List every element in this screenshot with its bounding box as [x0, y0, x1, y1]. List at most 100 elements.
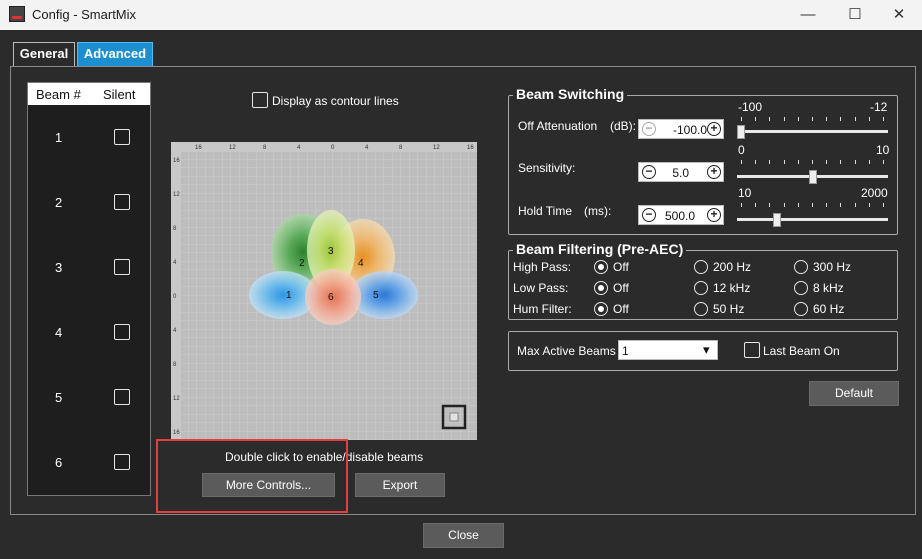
- beam-number: 6: [55, 455, 63, 470]
- slider-tick: [883, 203, 884, 207]
- radio-label: Off: [613, 281, 629, 295]
- beam-switching-title: Beam Switching: [513, 86, 628, 102]
- hum-filter-label: Hum Filter:: [513, 302, 572, 316]
- hold-time-spinner: − 500.0 +: [638, 205, 724, 225]
- off-attenuation-value[interactable]: -100.0: [657, 123, 707, 137]
- beam-label-6: 6: [328, 292, 334, 303]
- slider-thumb[interactable]: [772, 213, 781, 227]
- radio-label: 200 Hz: [713, 260, 752, 274]
- slider-tick: [854, 117, 856, 121]
- slider-tick: [840, 203, 842, 207]
- off-attenuation-spinner: − -100.0 +: [638, 119, 724, 139]
- slider-tick: [868, 160, 870, 164]
- increment-icon[interactable]: +: [707, 122, 721, 136]
- x-tick-label: 12: [433, 145, 440, 151]
- more-controls-button[interactable]: More Controls...: [202, 473, 335, 497]
- hold-time-value[interactable]: 500.0: [645, 209, 695, 223]
- beam-number: 5: [55, 390, 63, 405]
- increment-icon[interactable]: +: [707, 208, 721, 222]
- beam-table-header: Beam # Silent: [28, 83, 150, 105]
- slider-tick: [812, 117, 813, 121]
- slider-tick: [769, 160, 771, 164]
- slider-tick: [783, 117, 785, 121]
- beam-pattern-plot[interactable]: 1 2 3 4 5 6 16 12 8 4 0 4 8 12 16 16 12 8 4 0 4 8 12 16: [171, 142, 477, 440]
- col-silent-header: Silent: [103, 87, 136, 102]
- slider-tick: [826, 117, 828, 121]
- close-window-button[interactable]: ✕: [876, 0, 922, 30]
- col-beam-header: Beam #: [36, 87, 81, 102]
- radio-label: 60 Hz: [813, 302, 845, 316]
- slider-tick: [755, 160, 757, 164]
- hold-time-unit: (ms):: [584, 204, 612, 218]
- low-pass-12k-radio[interactable]: [694, 281, 708, 295]
- title-bar: Config - SmartMix — ☐ ✕: [0, 0, 922, 30]
- minimize-button[interactable]: —: [785, 0, 831, 30]
- slider-tick: [741, 203, 742, 207]
- silent-checkbox-1[interactable]: [114, 129, 130, 145]
- last-beam-on-label: Last Beam On: [763, 344, 840, 358]
- max-active-beams-select[interactable]: 1 ▾: [618, 340, 718, 360]
- silent-checkbox-5[interactable]: [114, 389, 130, 405]
- beam-number: 1: [55, 130, 63, 145]
- off-attenuation-label: Off Attenuation: [518, 119, 598, 133]
- tab-advanced[interactable]: Advanced: [77, 42, 153, 66]
- slider-tick: [883, 117, 884, 121]
- slider-tick: [812, 203, 813, 207]
- radio-label: Off: [613, 302, 629, 316]
- slider-tick: [854, 203, 856, 207]
- sensitivity-value[interactable]: 5.0: [639, 166, 689, 180]
- silent-checkbox-3[interactable]: [114, 259, 130, 275]
- beam-number: 4: [55, 325, 63, 340]
- silent-checkbox-4[interactable]: [114, 324, 130, 340]
- x-tick-label: 16: [195, 145, 202, 151]
- high-pass-200-radio[interactable]: [694, 260, 708, 274]
- hold-time-slider[interactable]: [737, 203, 888, 227]
- beam-label-4: 4: [358, 258, 364, 269]
- default-button[interactable]: Default: [809, 381, 899, 406]
- slider-tick: [883, 160, 884, 164]
- slider-tick: [826, 203, 828, 207]
- hum-filter-50-radio[interactable]: [694, 302, 708, 316]
- sensitivity-max: 10: [876, 143, 890, 157]
- slider-tick: [868, 117, 870, 121]
- export-button[interactable]: Export: [355, 473, 445, 497]
- slider-thumb[interactable]: [808, 170, 817, 184]
- radio-label: 12 kHz: [713, 281, 751, 295]
- slider-tick: [769, 117, 771, 121]
- off-attenuation-slider[interactable]: [737, 117, 888, 139]
- contour-lines-checkbox[interactable]: [252, 92, 268, 108]
- last-beam-on-checkbox[interactable]: [744, 342, 760, 358]
- silent-checkbox-2[interactable]: [114, 194, 130, 210]
- y-tick-label: 16: [173, 158, 180, 164]
- slider-tick: [868, 203, 870, 207]
- radio-label: 300 Hz: [813, 260, 852, 274]
- slider-tick: [783, 203, 785, 207]
- low-pass-off-radio[interactable]: [594, 281, 608, 295]
- off-attenuation-unit: (dB):: [610, 119, 637, 133]
- low-pass-8k-radio[interactable]: [794, 281, 808, 295]
- high-pass-300-radio[interactable]: [794, 260, 808, 274]
- slider-tick: [797, 160, 799, 164]
- beam-pattern-canvas: 1 2 3 4 5 6 16 12 8 4 0 4 8 12 16 1612840481216: [171, 142, 477, 440]
- tab-general[interactable]: General: [13, 42, 75, 66]
- hold-time-max: 2000: [861, 186, 888, 200]
- beam-label-3: 3: [328, 246, 334, 257]
- beam-table: Beam # Silent 1 2 3 4 5 6: [27, 82, 151, 496]
- off-attenuation-min: -100: [738, 100, 763, 114]
- decrement-icon[interactable]: −: [642, 122, 656, 136]
- slider-tick: [769, 203, 771, 207]
- radio-label: Off: [613, 260, 629, 274]
- high-pass-off-radio[interactable]: [594, 260, 608, 274]
- hum-filter-60-radio[interactable]: [794, 302, 808, 316]
- maximize-button[interactable]: ☐: [832, 0, 878, 30]
- hum-filter-off-radio[interactable]: [594, 302, 608, 316]
- increment-icon[interactable]: +: [707, 165, 721, 179]
- sensitivity-min: 0: [738, 143, 745, 157]
- silent-checkbox-6[interactable]: [114, 454, 130, 470]
- slider-tick: [783, 160, 785, 164]
- y-tick-label: 12: [173, 396, 180, 402]
- close-button[interactable]: Close: [423, 523, 504, 548]
- beam-label-2: 2: [299, 258, 305, 269]
- sensitivity-slider[interactable]: [737, 160, 888, 184]
- slider-thumb[interactable]: [737, 125, 745, 139]
